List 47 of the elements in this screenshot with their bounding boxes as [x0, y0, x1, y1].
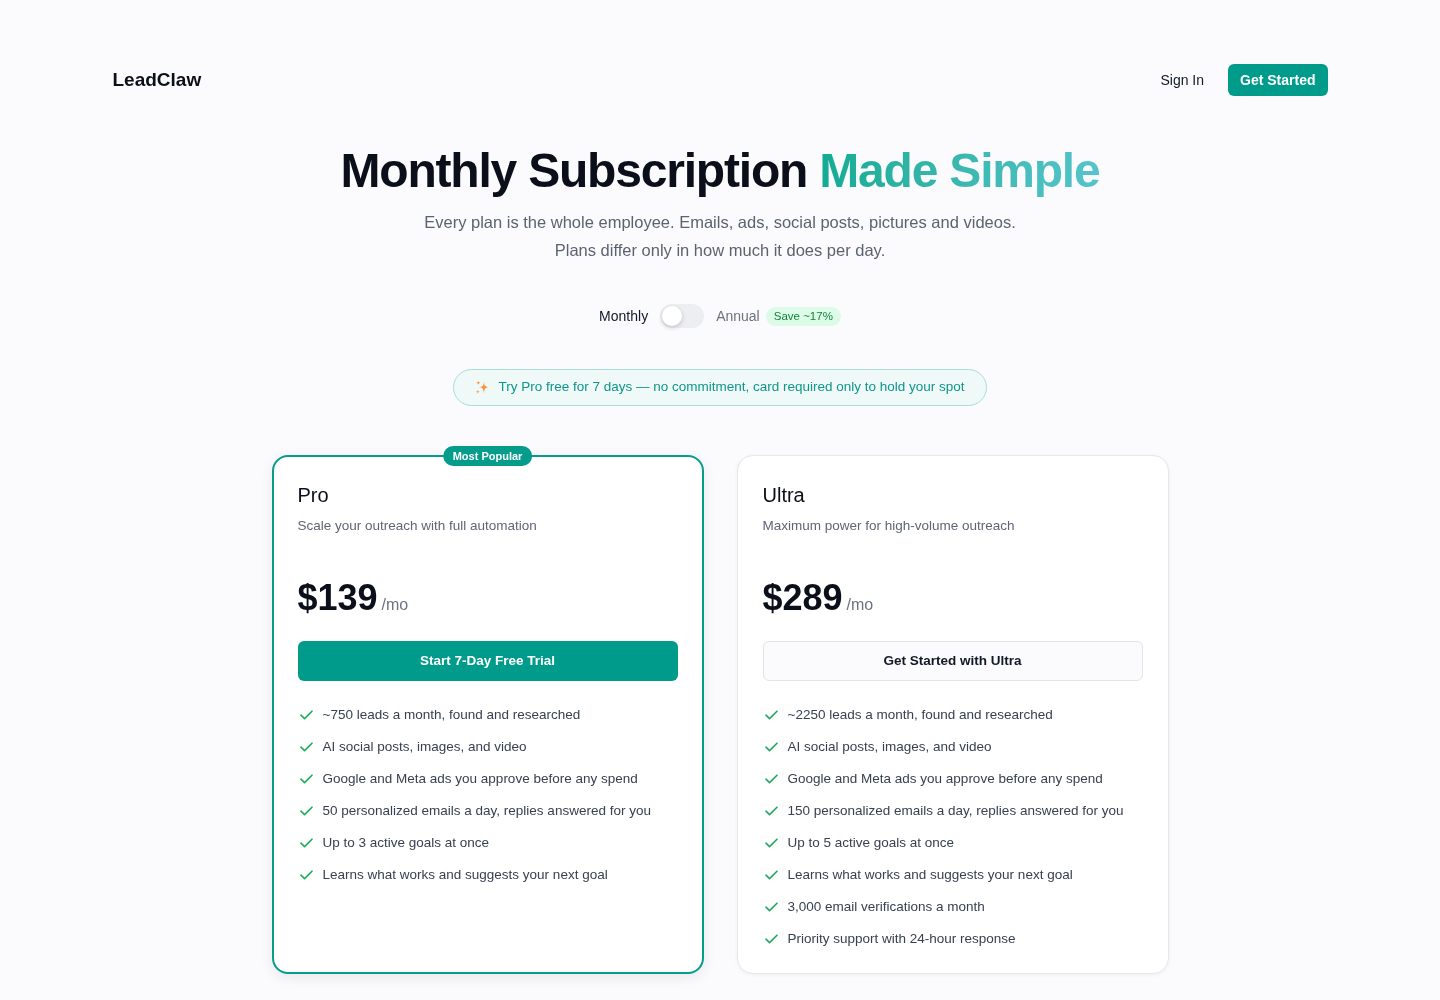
check-icon	[299, 774, 313, 784]
annual-label: Annual	[716, 306, 760, 326]
monthly-label: Monthly	[599, 306, 649, 326]
feature-text: Priority support with 24-hour response	[787, 930, 1016, 948]
feature-text: Google and Meta ads you approve before any spend	[322, 770, 638, 788]
plan-description: Scale your outreach with full automation	[297, 517, 538, 535]
most-popular-badge: Most Popular	[442, 446, 533, 466]
check-icon	[764, 710, 778, 720]
plan-price: $289	[762, 578, 843, 618]
check-icon	[299, 870, 313, 880]
check-icon	[764, 774, 778, 784]
trial-banner-text: Try Pro free for 7 days — no commitment, card required only to hold your spot	[498, 378, 965, 397]
feature-text: Google and Meta ads you approve before any spend	[787, 770, 1103, 788]
sign-in-link[interactable]: Sign In	[1160, 69, 1205, 91]
get-started-button[interactable]: Get Started with Ultra	[762, 641, 1143, 681]
feature-text: 150 personalized emails a day, replies answered for you	[787, 802, 1124, 820]
price-period: /mo	[846, 595, 874, 615]
check-icon	[764, 838, 778, 848]
billing-switch[interactable]	[660, 304, 705, 328]
feature-text: ~750 leads a month, found and researched	[322, 706, 581, 724]
check-icon	[299, 710, 313, 720]
feature-text: AI social posts, images, and video	[322, 738, 527, 756]
check-icon	[299, 742, 313, 752]
feature-text: ~2250 leads a month, found and researched	[787, 706, 1053, 724]
plan-price: $139	[297, 578, 378, 618]
logo[interactable]: LeadClaw	[112, 65, 202, 95]
price-period: /mo	[381, 595, 409, 615]
plan-name: Pro	[297, 483, 330, 508]
save-badge: Save ~17%	[765, 306, 841, 326]
page-title: Monthly Subscription Made Simple	[340, 146, 1100, 196]
feature-text: Up to 3 active goals at once	[322, 834, 490, 852]
check-icon	[299, 838, 313, 848]
check-icon	[764, 934, 778, 944]
check-icon	[764, 806, 778, 816]
feature-text: Learns what works and suggests your next goal	[322, 866, 608, 884]
feature-text: 3,000 email verifications a month	[787, 898, 985, 916]
feature-text: Up to 5 active goals at once	[787, 834, 955, 852]
subtitle: Every plan is the whole employee. Emails, ads, social posts, pictures and videos. Plans differ only in how much it does per day.	[424, 212, 1016, 261]
plan-description: Maximum power for high-volume outreach	[762, 517, 1016, 535]
feature-text: AI social posts, images, and video	[787, 738, 992, 756]
check-icon	[764, 870, 778, 880]
check-icon	[764, 902, 778, 912]
check-icon	[299, 806, 313, 816]
feature-text: 50 personalized emails a day, replies answered for you	[322, 802, 651, 820]
check-icon	[764, 742, 778, 752]
feature-text: Learns what works and suggests your next goal	[787, 866, 1073, 884]
plan-name: Ultra	[762, 483, 806, 508]
